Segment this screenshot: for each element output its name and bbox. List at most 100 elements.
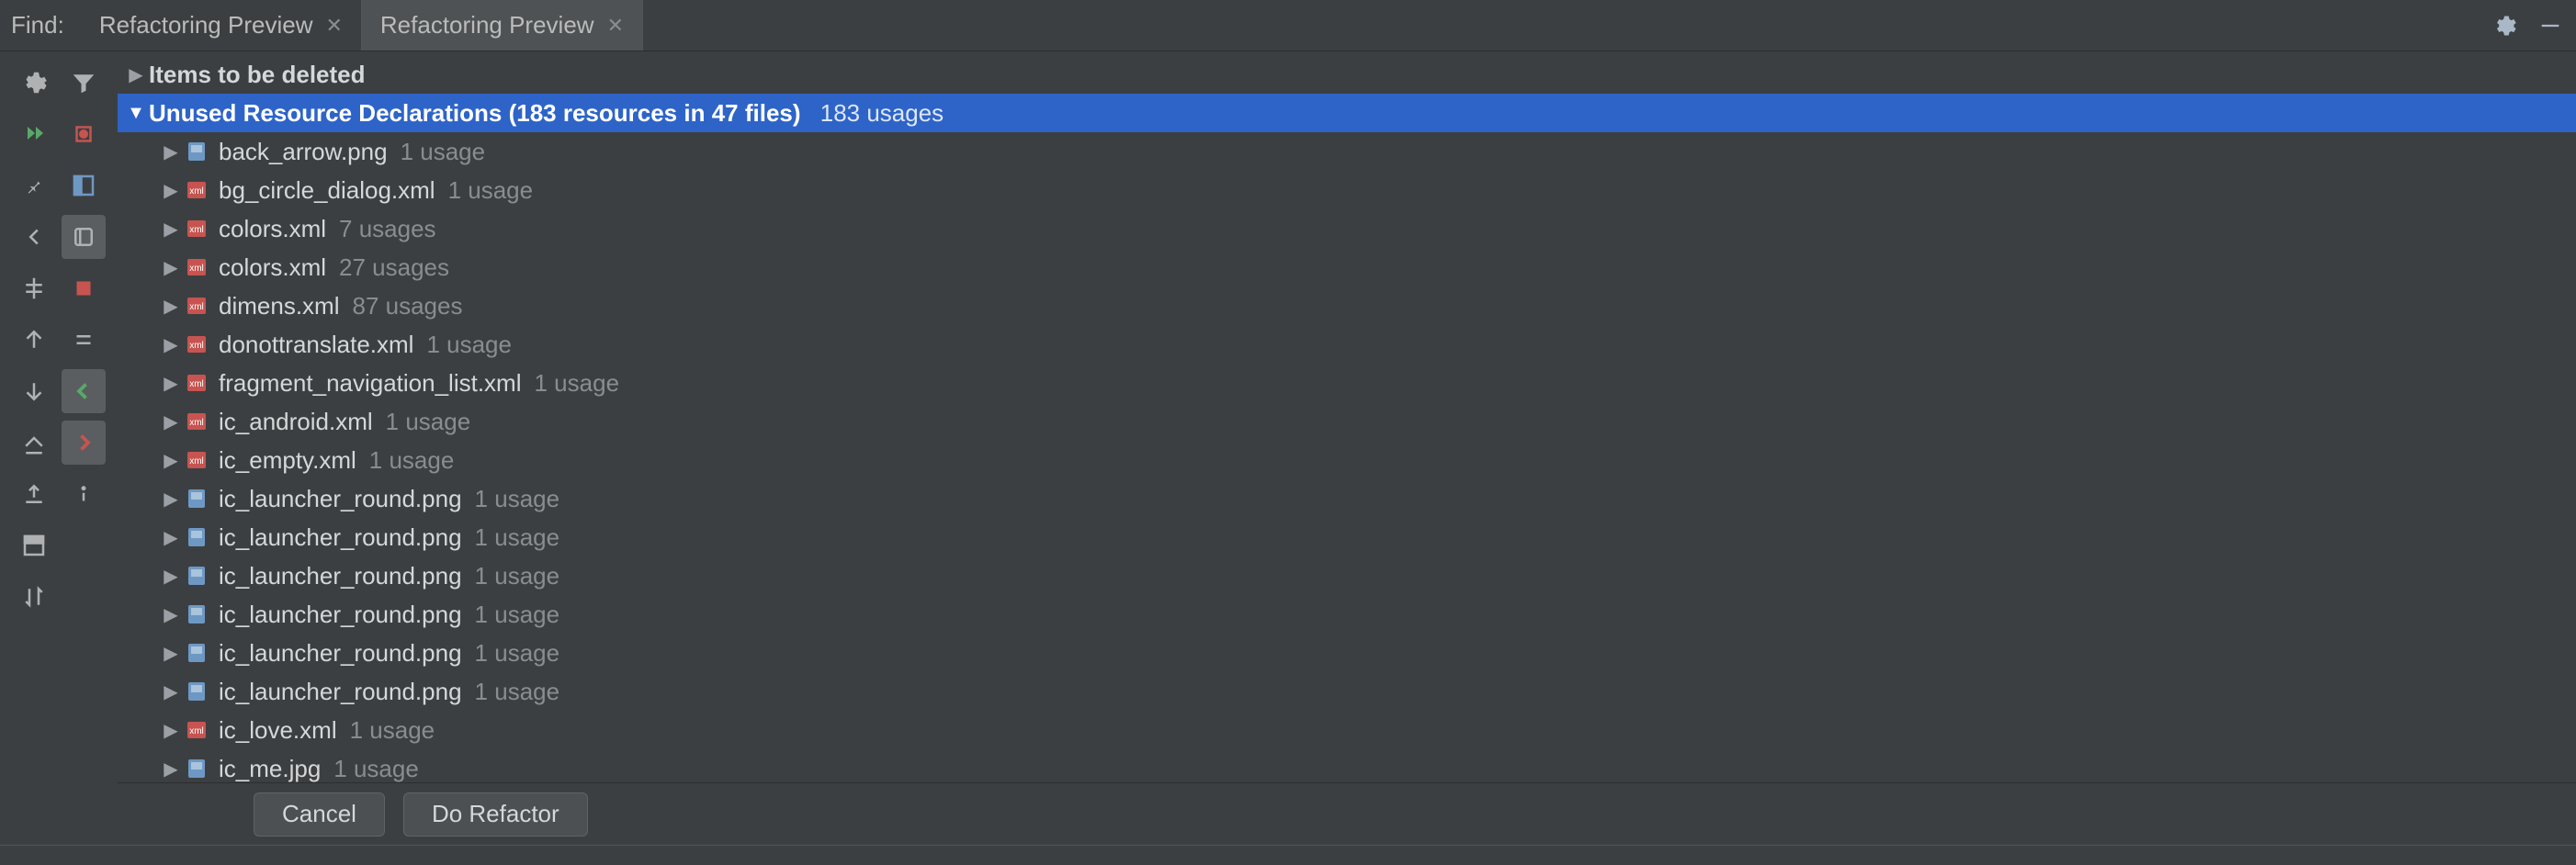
tree-item[interactable]: ▶ic_launcher_round.png1 usage bbox=[118, 479, 2576, 518]
filter-icon[interactable] bbox=[62, 61, 106, 105]
chevron-down-icon: ▼ bbox=[123, 103, 149, 124]
usage-count: 1 usage bbox=[475, 678, 560, 706]
footer: Cancel Do Refactor bbox=[118, 782, 2576, 845]
minimize-icon[interactable] bbox=[2530, 6, 2570, 46]
svg-text:xml: xml bbox=[189, 726, 204, 736]
chevron-right-icon: ▶ bbox=[158, 719, 184, 742]
collapse-icon[interactable] bbox=[62, 318, 106, 362]
usage-count: 7 usages bbox=[339, 215, 436, 243]
tree-item[interactable]: ▶ic_launcher_round.png1 usage bbox=[118, 518, 2576, 556]
back-icon[interactable] bbox=[12, 215, 56, 259]
tree-item[interactable]: ▶xmldonottranslate.xml1 usage bbox=[118, 325, 2576, 364]
file-name: ic_launcher_round.png bbox=[219, 678, 462, 706]
collapse-up-icon[interactable] bbox=[12, 421, 56, 465]
usage-count: 1 usage bbox=[401, 138, 486, 166]
chevron-right-icon: ▶ bbox=[158, 372, 184, 395]
pin-icon[interactable] bbox=[12, 163, 56, 208]
svg-text:xml: xml bbox=[189, 302, 204, 312]
layout-icon[interactable] bbox=[62, 163, 106, 208]
chevron-right-icon: ▶ bbox=[158, 603, 184, 626]
chevron-right-icon: ▶ bbox=[158, 218, 184, 241]
tree-item[interactable]: ▶ic_launcher_round.png1 usage bbox=[118, 672, 2576, 711]
xml-file-icon: xml bbox=[184, 177, 209, 203]
tree-item[interactable]: ▶ic_launcher_round.png1 usage bbox=[118, 634, 2576, 672]
svg-text:xml: xml bbox=[189, 264, 204, 274]
find-label: Find: bbox=[11, 11, 64, 39]
tab-label: Refactoring Preview bbox=[380, 11, 594, 39]
usage-count: 87 usages bbox=[352, 292, 462, 320]
refactoring-preview-panel: Find: Refactoring Preview ✕ Refactoring … bbox=[0, 0, 2576, 865]
usage-count: 1 usage bbox=[535, 369, 620, 398]
xml-file-icon: xml bbox=[184, 370, 209, 396]
file-name: colors.xml bbox=[219, 253, 326, 282]
file-name: back_arrow.png bbox=[219, 138, 388, 166]
tree-item[interactable]: ▶ xml dimens.xml 87 usages bbox=[118, 286, 2576, 325]
tree-item[interactable]: ▶xmlic_empty.xml1 usage bbox=[118, 441, 2576, 479]
stop-icon[interactable] bbox=[62, 266, 106, 310]
xml-file-icon: xml bbox=[184, 717, 209, 743]
usage-count: 1 usage bbox=[475, 639, 560, 668]
cancel-button[interactable]: Cancel bbox=[254, 792, 385, 837]
image-file-icon bbox=[184, 679, 209, 704]
diff-left-icon[interactable] bbox=[62, 369, 106, 413]
file-name: donottranslate.xml bbox=[219, 331, 413, 359]
tree-item[interactable]: ▶ic_launcher_round.png1 usage bbox=[118, 556, 2576, 595]
image-file-icon bbox=[184, 563, 209, 589]
image-file-icon bbox=[184, 139, 209, 164]
file-name: ic_launcher_round.png bbox=[219, 639, 462, 668]
tab-refactoring-preview-0[interactable]: Refactoring Preview ✕ bbox=[81, 0, 362, 51]
tree-item[interactable]: ▶xmlic_android.xml1 usage bbox=[118, 402, 2576, 441]
usage-count: 1 usage bbox=[386, 408, 471, 436]
down-icon[interactable] bbox=[12, 369, 56, 413]
tree-item[interactable]: ▶xmlbg_circle_dialog.xml1 usage bbox=[118, 171, 2576, 209]
rerun-icon[interactable] bbox=[12, 112, 56, 156]
file-name: colors.xml bbox=[219, 215, 326, 243]
tree-item[interactable]: ▶back_arrow.png1 usage bbox=[118, 132, 2576, 171]
diff-right-icon[interactable] bbox=[62, 421, 106, 465]
file-name: fragment_navigation_list.xml bbox=[219, 369, 522, 398]
xml-file-icon: xml bbox=[184, 293, 209, 319]
expand-icon[interactable] bbox=[12, 266, 56, 310]
usage-count: 1 usage bbox=[475, 601, 560, 629]
info-icon[interactable] bbox=[62, 472, 106, 516]
chevron-right-icon: ▶ bbox=[158, 333, 184, 356]
do-refactor-button[interactable]: Do Refactor bbox=[403, 792, 588, 837]
chevron-right-icon: ▶ bbox=[158, 295, 184, 318]
file-name: ic_launcher_round.png bbox=[219, 601, 462, 629]
target-icon[interactable] bbox=[62, 112, 106, 156]
tree-item[interactable]: ▶ ic_launcher_round.png 1 usage bbox=[118, 595, 2576, 634]
usage-count: 1 usage bbox=[350, 716, 435, 745]
chevron-right-icon: ▶ bbox=[158, 565, 184, 588]
usage-tree[interactable]: ▶Items to be deleted▼Unused Resource Dec… bbox=[118, 51, 2576, 782]
svg-text:xml: xml bbox=[189, 186, 204, 197]
preview-icon[interactable] bbox=[12, 523, 56, 567]
chevron-right-icon: ▶ bbox=[158, 449, 184, 472]
usage-count: 1 usage bbox=[475, 523, 560, 552]
file-name: ic_launcher_round.png bbox=[219, 485, 462, 513]
usage-count: 27 usages bbox=[339, 253, 449, 282]
file-name: ic_empty.xml bbox=[219, 446, 356, 475]
file-name: ic_launcher_round.png bbox=[219, 562, 462, 590]
usage-count: 1 usage bbox=[448, 176, 534, 205]
up-icon[interactable] bbox=[12, 318, 56, 362]
tree-item[interactable]: ▶xml fragment_navigation_list.xml 1 usage bbox=[118, 364, 2576, 402]
export-icon[interactable] bbox=[12, 472, 56, 516]
tree-group-unused-resources[interactable]: ▼Unused Resource Declarations (183 resou… bbox=[118, 94, 2576, 132]
tab-refactoring-preview-1[interactable]: Refactoring Preview ✕ bbox=[362, 0, 643, 51]
status-bar bbox=[0, 845, 2576, 865]
settings-icon[interactable] bbox=[12, 61, 56, 105]
tool-sidebar bbox=[0, 51, 118, 845]
file-name: ic_me.jpg bbox=[219, 755, 321, 783]
group-icon[interactable] bbox=[62, 215, 106, 259]
tree-item[interactable]: ▶ xml colors.xml 27 usages bbox=[118, 248, 2576, 286]
tree-root[interactable]: ▶Items to be deleted bbox=[118, 55, 2576, 94]
tree-item[interactable]: ▶xmlcolors.xml7 usages bbox=[118, 209, 2576, 248]
gear-icon[interactable] bbox=[2484, 6, 2525, 46]
tree-item[interactable]: ▶ic_me.jpg1 usage bbox=[118, 749, 2576, 782]
close-icon[interactable]: ✕ bbox=[325, 14, 342, 38]
close-icon[interactable]: ✕ bbox=[607, 14, 624, 38]
chevron-right-icon: ▶ bbox=[158, 256, 184, 279]
file-name: dimens.xml bbox=[219, 292, 339, 320]
tree-item[interactable]: ▶xmlic_love.xml1 usage bbox=[118, 711, 2576, 749]
sort-icon[interactable] bbox=[12, 575, 56, 619]
